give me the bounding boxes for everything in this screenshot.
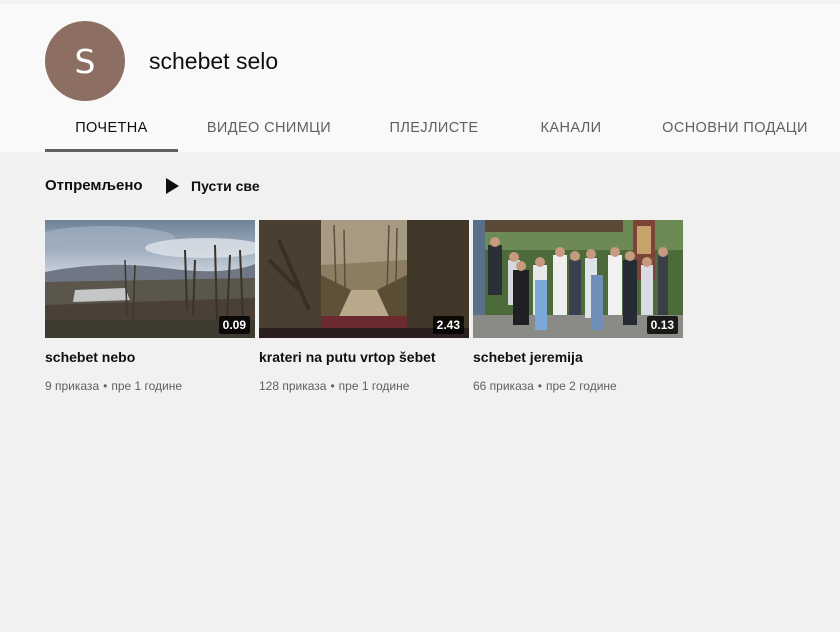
tab-home[interactable]: ПОЧЕТНА <box>45 104 178 152</box>
tab-videos[interactable]: ВИДЕО СНИМЦИ <box>195 104 343 152</box>
video-thumbnail[interactable]: 0.09 <box>45 220 255 338</box>
upload-age: пре 2 године <box>546 379 617 393</box>
video-card[interactable]: 2.43 krateri na putu vrtop šebet 128 при… <box>259 220 469 393</box>
video-card[interactable]: 0.13 schebet jeremija 66 приказа • пре 2 г… <box>473 220 683 393</box>
video-thumbnail[interactable]: 0.13 <box>473 220 683 338</box>
video-title[interactable]: schebet nebo <box>45 349 255 365</box>
video-duration: 2.43 <box>432 316 464 334</box>
video-metadata: 66 приказа • пре 2 године <box>473 379 683 393</box>
video-card[interactable]: 0.09 schebet nebo 9 приказа • пре 1 године <box>45 220 255 393</box>
channel-tabs: ПОЧЕТНА ВИДЕО СНИМЦИ ПЛЕЈЛИСТЕ КАНАЛИ ОС… <box>0 104 840 152</box>
upload-age: пре 1 године <box>338 379 410 393</box>
meta-separator: • <box>537 379 542 393</box>
video-title[interactable]: krateri na putu vrtop šebet <box>259 349 469 365</box>
view-count: 66 приказа <box>473 379 534 393</box>
meta-separator: • <box>330 379 335 393</box>
play-all-label: Пусти све <box>191 178 260 194</box>
shelf-title: Отпремљено <box>45 177 143 194</box>
avatar[interactable]: S <box>45 21 125 101</box>
play-icon <box>166 178 179 194</box>
tab-channels[interactable]: КАНАЛИ <box>525 104 617 152</box>
channel-name: schebet selo <box>149 48 279 74</box>
upload-age: пре 1 године <box>111 379 183 393</box>
video-metadata: 9 приказа • пре 1 године <box>45 379 255 393</box>
play-all-button[interactable]: Пусти све <box>164 177 260 195</box>
channel-header: S schebet selo ПОЧЕТНА ВИДЕО СНИМЦИ ПЛЕЈ… <box>0 4 840 152</box>
video-duration: 0.09 <box>218 316 250 334</box>
view-count: 9 приказа <box>45 379 100 393</box>
video-metadata: 128 приказа • пре 1 године <box>259 379 469 393</box>
view-count: 128 приказа <box>259 379 327 393</box>
video-title[interactable]: schebet jeremija <box>473 349 683 365</box>
tab-about[interactable]: ОСНОВНИ ПОДАЦИ <box>655 104 815 152</box>
tab-playlists[interactable]: ПЛЕЈЛИСТЕ <box>380 104 488 152</box>
video-duration: 0.13 <box>646 316 678 334</box>
meta-separator: • <box>103 379 108 393</box>
video-thumbnail[interactable]: 2.43 <box>259 220 469 338</box>
